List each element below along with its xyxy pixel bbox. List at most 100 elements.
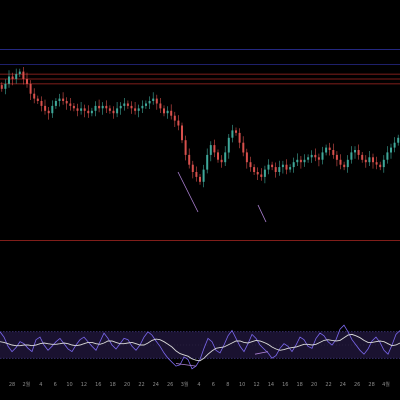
candle-body: [278, 167, 281, 172]
candle-body: [220, 159, 223, 163]
candle-body: [328, 147, 331, 150]
candle-body: [40, 101, 43, 106]
x-tick-label: 3월: [181, 381, 189, 388]
candle-body: [123, 103, 126, 106]
x-tick-label: 12: [253, 382, 259, 388]
candle-body: [375, 162, 378, 165]
candle-body: [130, 105, 133, 109]
candle-body: [274, 167, 277, 172]
candle-body: [372, 157, 374, 163]
candle-body: [134, 108, 137, 111]
candle-body: [202, 169, 205, 182]
candle-body: [94, 105, 97, 111]
candle-body: [235, 130, 237, 133]
candle-body: [199, 176, 201, 182]
x-tick-label: 20: [311, 382, 317, 388]
candle-body: [87, 110, 90, 114]
x-tick-label: 4: [197, 382, 200, 388]
x-tick-label: 12: [81, 382, 87, 388]
candle-body: [29, 83, 32, 94]
x-tick-label: 26: [167, 382, 173, 388]
candle-body: [386, 152, 389, 160]
candle-body: [390, 147, 392, 153]
candle-body: [108, 108, 111, 111]
x-tick-label: 22: [325, 382, 331, 388]
candle-body: [141, 105, 144, 109]
x-tick-label: 16: [282, 382, 288, 388]
candle-body: [238, 132, 241, 143]
candle-body: [36, 98, 39, 101]
candle-body: [321, 152, 324, 160]
candle-body: [11, 76, 14, 79]
candle-body: [69, 103, 72, 106]
candle-body: [112, 110, 115, 114]
candle-body: [357, 150, 360, 155]
candle-body: [101, 105, 104, 109]
candle-body: [206, 154, 209, 170]
x-tick-label: 18: [110, 382, 116, 388]
candle-body: [90, 110, 93, 114]
candle-body: [256, 172, 259, 175]
candle-body: [289, 167, 292, 170]
candle-body: [126, 103, 129, 106]
candle-body: [317, 157, 320, 160]
candle-body: [350, 152, 353, 160]
candle-body: [310, 154, 313, 158]
candle-body: [253, 167, 256, 172]
candle-body: [335, 154, 338, 160]
candle-body: [105, 105, 108, 109]
candle-body: [354, 150, 356, 153]
candle-body: [296, 159, 299, 163]
candle-body: [119, 105, 122, 109]
candle-body: [173, 115, 176, 121]
x-tick-label: 28: [9, 382, 15, 388]
candle-body: [195, 172, 198, 177]
candle-body: [170, 110, 173, 116]
candle-body: [159, 103, 162, 109]
candle-body: [152, 98, 155, 101]
candle-body: [364, 159, 367, 163]
candle-body: [76, 108, 79, 111]
candle-body: [15, 74, 18, 79]
x-tick-label: 20: [124, 382, 130, 388]
candle-body: [4, 83, 7, 89]
candle-body: [155, 98, 158, 104]
candle-body: [54, 101, 57, 106]
x-tick-label: 28: [368, 382, 374, 388]
candle-body: [267, 164, 270, 170]
candle-body: [263, 169, 266, 177]
x-tick-label: 14: [268, 382, 274, 388]
candle-body: [245, 152, 248, 163]
candle-body: [281, 164, 284, 168]
x-tick-label: 10: [239, 382, 245, 388]
candle-body: [191, 164, 194, 172]
x-tick-label: 22: [138, 382, 144, 388]
candle-body: [209, 145, 212, 155]
candle-body: [325, 147, 328, 153]
candle-body: [18, 71, 21, 74]
candle-body: [188, 154, 191, 165]
candle-body: [177, 120, 180, 126]
candle-body: [83, 108, 86, 111]
trading-chart: 28 2월 4 6 10 12 16 18 20 22 24 26 3월 4 6 8 10 12 14 16 18 20 2…: [0, 0, 400, 400]
x-tick-label: 4월: [382, 381, 390, 388]
candle-body: [65, 101, 68, 104]
candle-body: [62, 98, 65, 101]
candle-body: [44, 105, 47, 111]
candle-body: [213, 145, 216, 153]
x-tick-label: 24: [153, 382, 159, 388]
x-tick-label: 24: [340, 382, 346, 388]
candle-body: [393, 142, 396, 148]
candle-body: [382, 159, 385, 168]
candle-body: [116, 108, 119, 114]
candle-body: [231, 130, 234, 138]
candle-body: [98, 105, 101, 109]
candle-body: [163, 108, 165, 114]
chart-root: 28 2월 4 6 10 12 16 18 20 22 24 26 3월 4 6 8 10 12 14 16 18 20 2…: [0, 0, 400, 400]
candle-body: [8, 76, 10, 84]
candle-body: [0, 85, 3, 89]
x-tick-label: 16: [95, 382, 101, 388]
candle-body: [26, 79, 28, 84]
candle-body: [379, 164, 382, 168]
candle-body: [181, 125, 183, 141]
